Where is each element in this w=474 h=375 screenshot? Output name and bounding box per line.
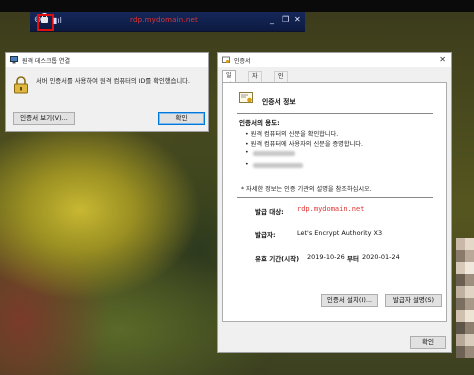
- purpose-text: 원격 컴퓨터의 신분을 확인합니다.: [250, 131, 339, 138]
- certificate-icon: [222, 56, 230, 64]
- certificate-dialog: 인증서 ✕ 일반 자세히 인증 경로 인증서 정보 인증서의 용도: • 원격 …: [217, 52, 452, 353]
- lock-highlight-box: [37, 14, 54, 31]
- rdc-title: 원격 데스크톱 연결: [22, 58, 70, 65]
- connection-quality-icon[interactable]: ▮ıl: [53, 16, 62, 25]
- issued-by-label: 발급자:: [255, 231, 276, 239]
- issued-to-value: rdp.mydomain.net: [297, 205, 365, 213]
- redacted-text: [253, 151, 295, 156]
- rdc-app-icon: [10, 56, 18, 64]
- tab-cert-path[interactable]: 인증 경로: [274, 71, 288, 110]
- warning-lock-icon: [14, 76, 28, 94]
- close-icon[interactable]: ✕: [439, 55, 446, 64]
- cert-title: 인증서: [234, 58, 251, 65]
- divider: [237, 113, 433, 114]
- screen-top-edge: [0, 0, 474, 12]
- valid-to-value: 2020-01-24: [362, 253, 400, 261]
- valid-from-label: 유효 기간(시작): [255, 255, 300, 263]
- valid-to-label: 부터: [347, 255, 359, 263]
- divider: [237, 197, 433, 198]
- rdp-connection-bar[interactable]: ⊕ ▮ıl rdp.mydomain.net _ ❐ ✕: [30, 12, 305, 32]
- install-certificate-button[interactable]: 인증서 설치(I)...: [321, 294, 378, 307]
- restore-button[interactable]: ❐: [282, 15, 289, 24]
- purpose-item-redacted: •: [245, 149, 249, 156]
- redacted-text: [253, 163, 303, 168]
- purpose-text: 원격 컴퓨터에 사용자의 신분을 증명합니다.: [250, 141, 363, 148]
- purpose-item-redacted: •: [245, 161, 249, 168]
- issuer-statement-button[interactable]: 발급자 설명(S): [385, 294, 442, 307]
- view-certificate-button[interactable]: 인증서 보기(V)...: [13, 112, 75, 125]
- general-tab-panel: 인증서 정보 인증서의 용도: • 원격 컴퓨터의 신분을 확인합니다. • 원…: [222, 82, 447, 322]
- issued-to-label: 발급 대상:: [255, 208, 284, 216]
- certificate-info-icon: [239, 92, 253, 103]
- purpose-item: • 원격 컴퓨터의 신분을 확인합니다.: [245, 131, 339, 138]
- purpose-title: 인증서의 용도:: [239, 119, 280, 127]
- issued-by-value: Let's Encrypt Authority X3: [297, 229, 383, 237]
- info-note: * 자세한 정보는 인증 기관의 설명을 참조하십시오.: [241, 186, 372, 193]
- pixelated-region: [456, 238, 474, 358]
- cert-info-title: 인증서 정보: [262, 98, 296, 106]
- rdc-titlebar[interactable]: 원격 데스크톱 연결: [6, 53, 208, 67]
- remote-desktop-dialog: 원격 데스크톱 연결 서버 인증서를 사용하여 원격 컴퓨터의 ID를 확인했습…: [5, 52, 209, 132]
- cert-titlebar[interactable]: 인증서 ✕: [218, 53, 451, 67]
- tab-details[interactable]: 자세히: [248, 71, 262, 100]
- rdc-message: 서버 인증서를 사용하여 원격 컴퓨터의 ID를 확인했습니다.: [36, 78, 190, 85]
- purpose-item: • 원격 컴퓨터에 사용자의 신분을 증명합니다.: [245, 141, 363, 148]
- minimize-button[interactable]: _: [270, 15, 274, 24]
- valid-from-value: 2019-10-26: [307, 253, 345, 261]
- rdp-host-name: rdp.mydomain.net: [130, 16, 198, 24]
- close-button[interactable]: ✕: [294, 15, 301, 24]
- rdc-ok-button[interactable]: 확인: [158, 112, 205, 125]
- cert-ok-button[interactable]: 확인: [410, 336, 446, 349]
